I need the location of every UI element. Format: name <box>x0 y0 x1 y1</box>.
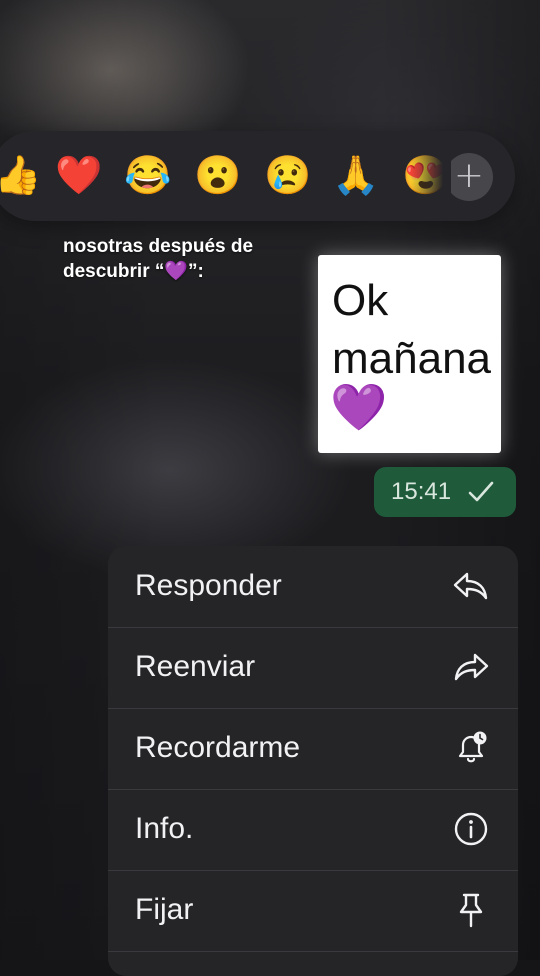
reaction-crying[interactable]: 😢 <box>262 153 314 199</box>
menu-item-remind[interactable]: Recordarme <box>108 708 518 790</box>
reaction-laughing[interactable]: 😂 <box>122 153 174 199</box>
reaction-thumbs-up[interactable]: 👍 <box>0 153 44 199</box>
info-icon <box>454 812 488 846</box>
sticker-text-line2: mañana <box>332 334 492 383</box>
forward-icon <box>454 653 489 681</box>
menu-item-pin[interactable]: Fijar <box>108 870 518 952</box>
reaction-surprised[interactable]: 😮 <box>192 153 244 199</box>
menu-item-reply[interactable]: Responder <box>108 546 518 628</box>
sent-check-icon <box>468 481 494 502</box>
sticker-image[interactable]: Ok mañana 💜 <box>318 255 501 453</box>
reaction-heart[interactable]: ❤️ <box>53 153 105 199</box>
message-time-bubble[interactable]: 15:41 <box>374 467 516 517</box>
pin-icon <box>459 893 483 928</box>
sticker-heart-icon: 💜 <box>330 381 388 433</box>
menu-item-info[interactable]: Info. <box>108 789 518 871</box>
reminder-bell-icon <box>458 731 487 763</box>
menu-item-label: Reenviar <box>135 650 256 683</box>
reaction-bar: 👍 ❤️ 😂 😮 😢 🙏 😍 + <box>0 131 515 221</box>
more-reactions-button[interactable]: + <box>411 147 493 207</box>
menu-item-label: Responder <box>135 569 282 602</box>
reply-icon <box>453 572 488 600</box>
reaction-pray[interactable]: 🙏 <box>330 153 382 199</box>
menu-item-label: Recordarme <box>135 731 301 764</box>
menu-item-forward[interactable]: Reenviar <box>108 627 518 709</box>
sticker-text-line1: Ok <box>332 276 389 325</box>
message-context-menu: Responder Reenviar Recordarme Info. Fija… <box>108 546 518 976</box>
menu-item-label: Info. <box>135 812 194 845</box>
menu-item-label: Fijar <box>135 893 194 926</box>
message-caption: nosotras después de descubrir “💜”: <box>63 236 254 282</box>
message-timestamp: 15:41 <box>391 478 452 505</box>
